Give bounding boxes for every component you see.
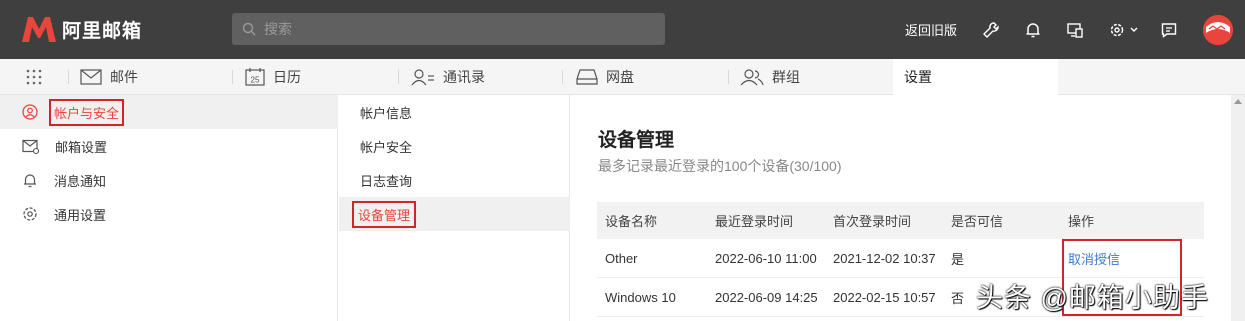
last-login-cell: 2022-06-09 14:25 [715,289,818,305]
tab-drive-label: 网盘 [606,69,634,85]
table-header: 设备名称 最近登录时间 首次登录时间 是否可信 操作 [597,202,1204,239]
message-icon[interactable] [1159,20,1179,40]
watermark: 头条 @邮箱小助手 [976,283,1209,313]
column-header-action: 操作 [1068,214,1095,229]
sidebar-item-label: 通用设置 [54,207,107,223]
settings-submenu: 帐户信息 帐户安全 日志查询 设备管理 [339,95,570,321]
submenu-item-label: 帐户安全 [360,139,413,155]
gear-dropdown-icon[interactable] [1107,20,1143,40]
tab-calendar-label: 日历 [273,69,301,85]
column-header-first-login: 首次登录时间 [833,214,912,229]
submenu-item-label: 帐户信息 [360,105,413,121]
scrollbar[interactable] [1231,95,1245,321]
settings-sidebar: 帐户与安全 邮箱设置 消息通知 通用设置 [0,95,338,321]
sidebar-item-label: 邮箱设置 [55,139,108,155]
tab-calendar[interactable]: 25 日历 [245,59,301,95]
last-login-cell: 2022-06-10 11:00 [715,250,817,266]
bell-icon[interactable] [1023,20,1043,40]
tab-groups-label: 群组 [772,69,800,85]
sidebar-item-account-security[interactable]: 帐户与安全 [0,95,338,129]
mail-icon [80,69,102,85]
sidebar-item-notifications[interactable]: 消息通知 [0,163,338,197]
group-icon [740,69,764,86]
module-tab-bar: 邮件 25 日历 通讯录 网盘 群组 设置 [0,59,1245,95]
sidebar-item-label: 消息通知 [54,173,107,189]
tab-groups[interactable]: 群组 [740,59,800,95]
logo-text: 阿里邮箱 [62,20,143,42]
submenu-item-device-management[interactable]: 设备管理 [339,197,570,231]
first-login-cell: 2022-02-15 10:57 [833,289,936,305]
drive-icon [576,69,598,85]
tab-contacts-label: 通讯录 [443,69,485,85]
trusted-cell: 是 [951,251,965,267]
search-icon [242,22,256,36]
app-grid-icon[interactable] [26,69,42,88]
logo-mark-icon [22,17,56,42]
column-header-device-name: 设备名称 [605,214,658,229]
submenu-item-account-info[interactable]: 帐户信息 [339,95,570,129]
devices-icon[interactable] [1065,20,1085,40]
top-header: 阿里邮箱 返回旧版 [0,0,1245,59]
submenu-item-label: 设备管理 [352,200,417,228]
tab-mail-label: 邮件 [110,69,138,85]
calendar-icon: 25 [245,68,265,86]
tab-drive[interactable]: 网盘 [576,59,634,95]
page-title: 设备管理 [598,130,675,151]
first-login-cell: 2021-12-02 10:37 [833,250,936,266]
page-subtitle: 最多记录最近登录的100个设备(30/100) [598,158,842,174]
tab-settings-label: 设置 [904,69,932,85]
sidebar-item-general-settings[interactable]: 通用设置 [0,197,338,231]
tab-settings[interactable]: 设置 [893,59,1058,95]
submenu-item-account-security[interactable]: 帐户安全 [339,129,570,163]
submenu-item-log-query[interactable]: 日志查询 [339,163,570,197]
mail-settings-icon [22,139,39,154]
user-circle-icon [22,104,38,120]
gear-icon [23,207,37,221]
contacts-icon [411,69,434,86]
submenu-item-label: 日志查询 [360,173,413,189]
device-name-cell: Windows 10 [605,289,676,305]
column-header-trusted: 是否可信 [951,214,1004,229]
bell-icon [24,174,36,188]
sidebar-item-label: 帐户与安全 [49,98,125,126]
calendar-icon-day: 25 [251,76,260,85]
tab-mail[interactable]: 邮件 [80,59,138,95]
search-input[interactable] [264,21,644,37]
sidebar-item-mail-settings[interactable]: 邮箱设置 [0,129,338,163]
tab-contacts[interactable]: 通讯录 [411,59,485,95]
app-logo[interactable]: 阿里邮箱 [20,14,142,44]
wrench-icon[interactable] [981,20,1001,40]
search-box[interactable] [232,13,665,45]
back-to-old-version-link[interactable]: 返回旧版 [905,20,957,39]
device-name-cell: Other [605,250,638,266]
scroll-up-arrow-icon[interactable] [1234,99,1242,104]
avatar[interactable] [1203,14,1233,45]
column-header-last-login: 最近登录时间 [715,214,794,229]
